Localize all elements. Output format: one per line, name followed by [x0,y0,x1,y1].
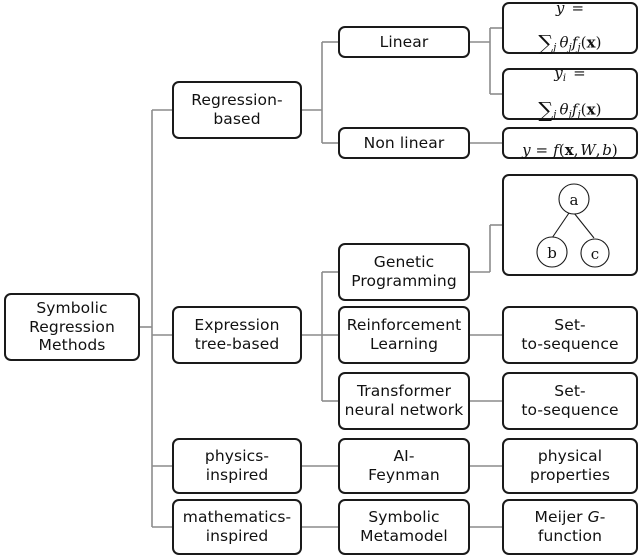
node-genetic-programming[interactable]: Genetic Programming [338,243,470,301]
node-physical-properties[interactable]: physical properties [502,438,638,494]
node-label: Symbolic Metamodel [360,508,448,545]
node-meijer-g-function[interactable]: Meijer G-function [502,499,638,555]
node-mathematics-inspired[interactable]: mathematics- inspired [172,499,302,555]
node-regression-based[interactable]: Regression- based [172,81,302,139]
node-label: Genetic Programming [351,253,457,290]
node-label: Set- to-sequence [521,382,619,419]
node-label: Set- to-sequence [521,316,619,353]
node-symbolic-metamodel[interactable]: Symbolic Metamodel [338,499,470,555]
expression-tree-svg: a b c [536,183,610,268]
node-expression-tree-graphic[interactable]: a b c [502,174,638,276]
node-reinforcement-learning[interactable]: Reinforcement Learning [338,306,470,364]
node-label: Symbolic Regression Methods [29,298,115,355]
node-set-to-sequence-rl[interactable]: Set- to-sequence [502,306,638,364]
node-transformer-neural-network[interactable]: Transformer neural network [338,372,470,430]
node-label: Meijer G-function [534,508,606,545]
tree-node-a-label: a [570,191,579,209]
node-label: Reinforcement Learning [346,316,462,353]
node-non-linear[interactable]: Non linear [338,127,470,159]
node-expression-tree-based[interactable]: Expression tree-based [172,306,302,364]
node-label: Non linear [363,133,445,152]
node-label: Regression- based [191,91,283,128]
node-linear[interactable]: Linear [338,26,470,58]
tree-node-b-label: b [547,244,557,262]
formula-content: y = f(x, W, b) [522,141,618,159]
node-linear-formula-2[interactable]: yi = ∑j θjfj(x) [502,65,638,121]
node-label: physics- inspired [204,447,270,484]
node-label: Expression tree-based [194,316,280,353]
node-label: mathematics- inspired [182,508,292,545]
node-label: Transformer neural network [344,382,464,419]
node-label: Linear [379,32,429,51]
node-linear-formula-1[interactable]: y = ∑j θjfj(x) [502,1,638,54]
node-ai-feynman[interactable]: AI- Feynman [338,438,470,494]
tree-edge-a-c [573,212,595,239]
tree-edge-a-b [551,212,570,239]
node-physics-inspired[interactable]: physics- inspired [172,438,302,494]
formula-content: yi = ∑j θjfj(x) [538,64,602,123]
tree-node-c-label: c [591,245,599,263]
node-set-to-sequence-transformer[interactable]: Set- to-sequence [502,372,638,430]
node-non-linear-formula[interactable]: y = f(x, W, b) [502,127,638,159]
diagram-canvas: Symbolic Regression Methods Regression- … [0,0,640,556]
node-symbolic-regression-methods[interactable]: Symbolic Regression Methods [4,293,140,361]
node-label: physical properties [529,447,611,484]
node-label: AI- Feynman [368,447,440,484]
